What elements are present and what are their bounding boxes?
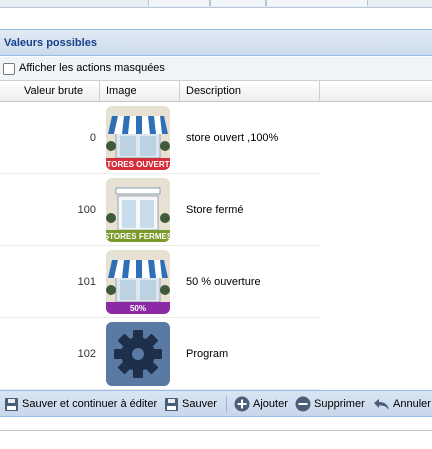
- table-row[interactable]: 100 STORES FERMES Store fermé: [0, 174, 320, 246]
- description-cell: Store fermé: [186, 204, 244, 216]
- store-window-icon: STORES FERMES: [106, 178, 170, 242]
- description-cell: store ouvert ,100%: [186, 132, 279, 144]
- floppy-disk-icon: [165, 397, 178, 411]
- description-cell: 50 % ouverture: [186, 276, 261, 288]
- panel-header: Valeurs possibles: [0, 29, 432, 56]
- description-cell: Program: [186, 348, 229, 360]
- delete-label: Supprimer: [314, 398, 365, 410]
- grid-body: 0 STORES OUVERTS store ouvert ,100% 100: [0, 102, 320, 390]
- column-header-raw-value[interactable]: Valeur brute: [0, 81, 100, 101]
- cancel-button[interactable]: Annuler: [372, 396, 431, 412]
- delete-button[interactable]: Supprimer: [295, 396, 365, 412]
- table-row[interactable]: 0 STORES OUVERTS store ouvert ,100%: [0, 102, 320, 174]
- tab[interactable]: [148, 0, 210, 6]
- add-label: Ajouter: [253, 398, 288, 410]
- bottom-toolbar: Sauver et continuer à éditer Sauver Ajou…: [0, 390, 432, 417]
- tab[interactable]: [210, 0, 266, 6]
- save-button[interactable]: Sauver: [164, 396, 217, 412]
- raw-value-cell: 100: [77, 204, 96, 216]
- banner-text: STORES FERMES: [106, 232, 170, 241]
- show-hidden-label[interactable]: Afficher les actions masquées: [19, 62, 165, 74]
- bottom-area: [0, 418, 432, 431]
- column-header-image[interactable]: Image: [100, 81, 180, 101]
- save-continue-button[interactable]: Sauver et continuer à éditer: [4, 396, 157, 412]
- top-area: [0, 8, 432, 28]
- add-button[interactable]: Ajouter: [234, 396, 288, 412]
- tab[interactable]: [266, 0, 368, 6]
- cancel-label: Annuler: [393, 398, 431, 410]
- table-row[interactable]: 102 Program: [0, 318, 320, 390]
- save-continue-label: Sauver et continuer à éditer: [22, 398, 158, 410]
- plus-circle-icon: [234, 396, 250, 412]
- raw-value-cell: 102: [77, 348, 96, 360]
- panel-title: Valeurs possibles: [4, 37, 97, 49]
- raw-value-cell: 101: [77, 276, 96, 288]
- options-row: Afficher les actions masquées: [0, 57, 432, 81]
- floppy-disk-icon: [5, 397, 18, 411]
- gear-icon: [106, 322, 170, 386]
- banner-text: STORES OUVERTS: [106, 160, 170, 169]
- toolbar-separator: [226, 396, 227, 412]
- raw-value-cell: 0: [89, 132, 96, 144]
- grid-header: Valeur brute Image Description: [0, 81, 432, 102]
- store-awning-icon: STORES OUVERTS: [106, 106, 170, 170]
- banner-text: 50%: [130, 304, 146, 313]
- save-label: Sauver: [182, 398, 217, 410]
- show-hidden-checkbox[interactable]: [3, 63, 15, 75]
- store-awning-icon: 50%: [106, 250, 170, 314]
- minus-circle-icon: [295, 396, 311, 412]
- top-tab-strip: [0, 0, 432, 8]
- table-row[interactable]: 101 50% 50 % ouverture: [0, 246, 320, 318]
- column-header-description[interactable]: Description: [180, 81, 320, 101]
- undo-icon: [374, 398, 389, 410]
